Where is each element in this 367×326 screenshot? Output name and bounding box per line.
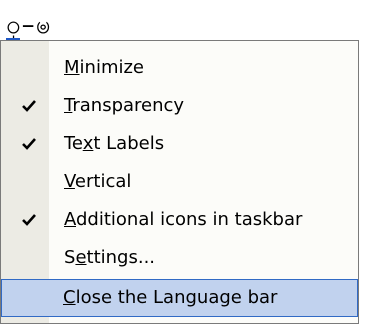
menu-item-close-language-bar-label: Close the Language bar <box>63 287 278 308</box>
menu-item-minimize[interactable]: Minimize <box>2 49 357 87</box>
menu-item-close-language-bar[interactable]: Close the Language bar <box>1 279 358 317</box>
menu-item-vertical[interactable]: Vertical <box>2 163 357 201</box>
menu-item-transparency[interactable]: Transparency <box>2 87 357 125</box>
menu-item-settings[interactable]: Settings... <box>2 239 357 277</box>
menu-item-settings-label: Settings... <box>64 247 156 268</box>
check-icon <box>22 138 36 150</box>
menu-item-text-labels-label: Text Labels <box>64 133 165 154</box>
language-indicator-text: ဝှ–ၑ <box>6 10 52 40</box>
menu-item-additional-icons-label: Additional icons in taskbar <box>64 209 303 230</box>
language-indicator[interactable]: ဝှ–ၑ <box>6 4 51 40</box>
check-icon <box>22 100 36 112</box>
menu-item-transparency-label: Transparency <box>64 95 185 116</box>
check-icon <box>22 214 36 226</box>
menu-item-additional-icons[interactable]: Additional icons in taskbar <box>2 201 357 239</box>
menu-item-text-labels[interactable]: Text Labels <box>2 125 357 163</box>
menu-item-minimize-label: Minimize <box>64 57 144 78</box>
menu-item-vertical-label: Vertical <box>64 171 132 192</box>
language-bar-context-menu: Minimize Transparency Text Labels Vertic… <box>0 40 359 324</box>
language-bar-context: ဝှ–ၑ Minimize Transparency Text Labels V… <box>0 0 367 326</box>
